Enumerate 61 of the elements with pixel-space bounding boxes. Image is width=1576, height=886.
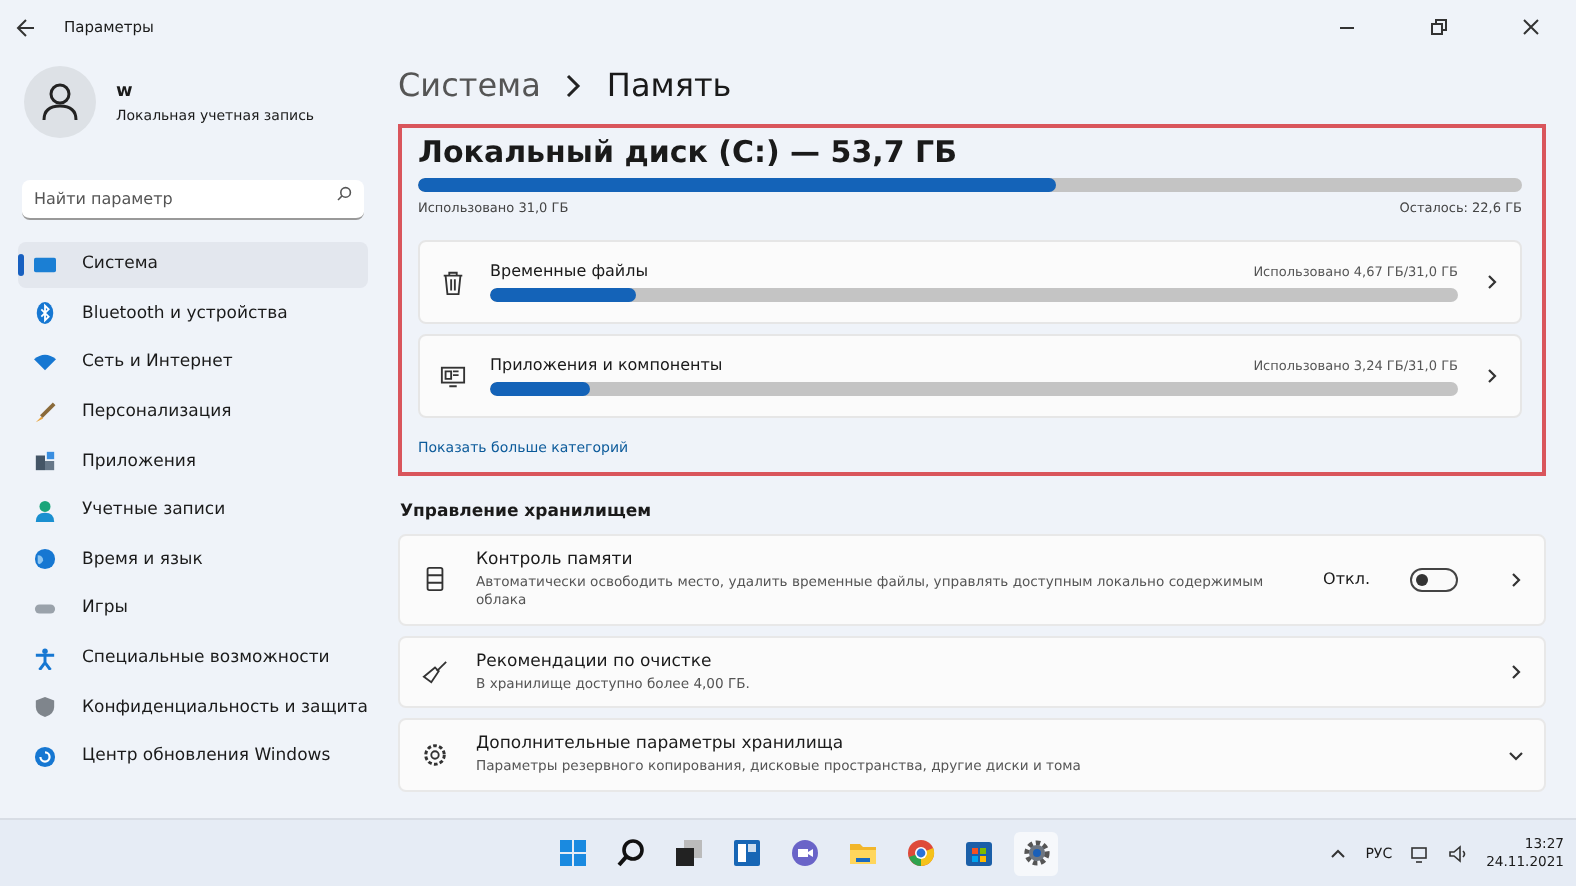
apps-icon: [34, 450, 56, 473]
close-icon[interactable]: [1521, 18, 1539, 36]
person-icon: [34, 499, 56, 522]
chat-icon[interactable]: [789, 838, 819, 868]
accessibility-icon: [34, 647, 56, 670]
user-name: w: [116, 81, 135, 101]
toggle-switch[interactable]: [1410, 567, 1458, 592]
card-title: Дополнительные параметры хранилища: [476, 734, 846, 755]
breadcrumb-item[interactable]: Система: [398, 66, 541, 104]
update-icon: [34, 745, 56, 768]
disk-title: Локальный диск (C:) — 53,7 ГБ: [418, 134, 960, 170]
task-view-icon[interactable]: [673, 838, 703, 868]
widgets-icon[interactable]: [731, 838, 761, 868]
back-icon[interactable]: [16, 17, 36, 37]
drive-icon: [422, 566, 448, 593]
shield-icon: [34, 696, 56, 719]
trash-icon: [440, 269, 466, 295]
chevron-right-icon: [1482, 272, 1502, 292]
sidebar-item[interactable]: Сеть и Интернет: [18, 340, 368, 386]
brush-icon: [34, 401, 56, 424]
card-title: Рекомендации по очистке: [476, 651, 714, 672]
category-name: Приложения и компоненты: [490, 356, 723, 374]
volume-icon[interactable]: [1448, 843, 1469, 863]
broom-icon: [422, 659, 448, 686]
restore-icon[interactable]: [1429, 18, 1447, 36]
search-icon: [336, 186, 352, 202]
monitor-icon: [34, 253, 56, 276]
network-icon[interactable]: [1410, 843, 1431, 863]
sidebar-item[interactable]: Время и язык: [18, 537, 368, 583]
wifi-icon: [34, 351, 56, 374]
sidebar-item[interactable]: Система: [18, 242, 368, 288]
breadcrumb-item: Память: [606, 66, 732, 104]
bluetooth-icon: [34, 302, 56, 325]
start-icon[interactable]: [557, 838, 587, 868]
sidebar-item[interactable]: Центр обновления Windows: [18, 733, 368, 780]
globe-icon: [34, 548, 56, 571]
settings-icon: [422, 742, 448, 769]
sidebar-item[interactable]: Персонализация: [18, 389, 368, 435]
toggle-label: Откл.: [1323, 570, 1370, 589]
section-heading: Управление хранилищем: [400, 502, 654, 522]
sidebar-item[interactable]: Учетные записи: [18, 487, 368, 534]
sidebar-item[interactable]: Специальные возможности: [18, 635, 368, 681]
sidebar-item[interactable]: Приложения: [18, 438, 368, 484]
chevron-right-icon: [1506, 662, 1526, 683]
sidebar-item[interactable]: Игры: [18, 586, 368, 632]
card-title: Контроль памяти: [476, 550, 635, 570]
sidebar-item[interactable]: Конфиденциальность и защита: [18, 684, 368, 730]
sidebar-item[interactable]: Bluetooth и устройства: [18, 291, 368, 337]
folder-icon[interactable]: [847, 838, 877, 868]
store-icon[interactable]: [963, 838, 993, 868]
search-icon[interactable]: [615, 838, 645, 868]
settings-button[interactable]: [1014, 831, 1058, 875]
category-name: Временные файлы: [490, 262, 649, 280]
browser-icon[interactable]: [905, 838, 935, 868]
settings-icon: [1021, 838, 1051, 868]
avatar: [24, 66, 96, 138]
search-field[interactable]: Найти параметр: [22, 180, 364, 220]
chevron-right-icon: [564, 73, 583, 97]
chevron-right-icon: [1482, 366, 1502, 386]
apps-window-icon: [440, 363, 466, 389]
chevron-right-icon: [1506, 569, 1526, 590]
